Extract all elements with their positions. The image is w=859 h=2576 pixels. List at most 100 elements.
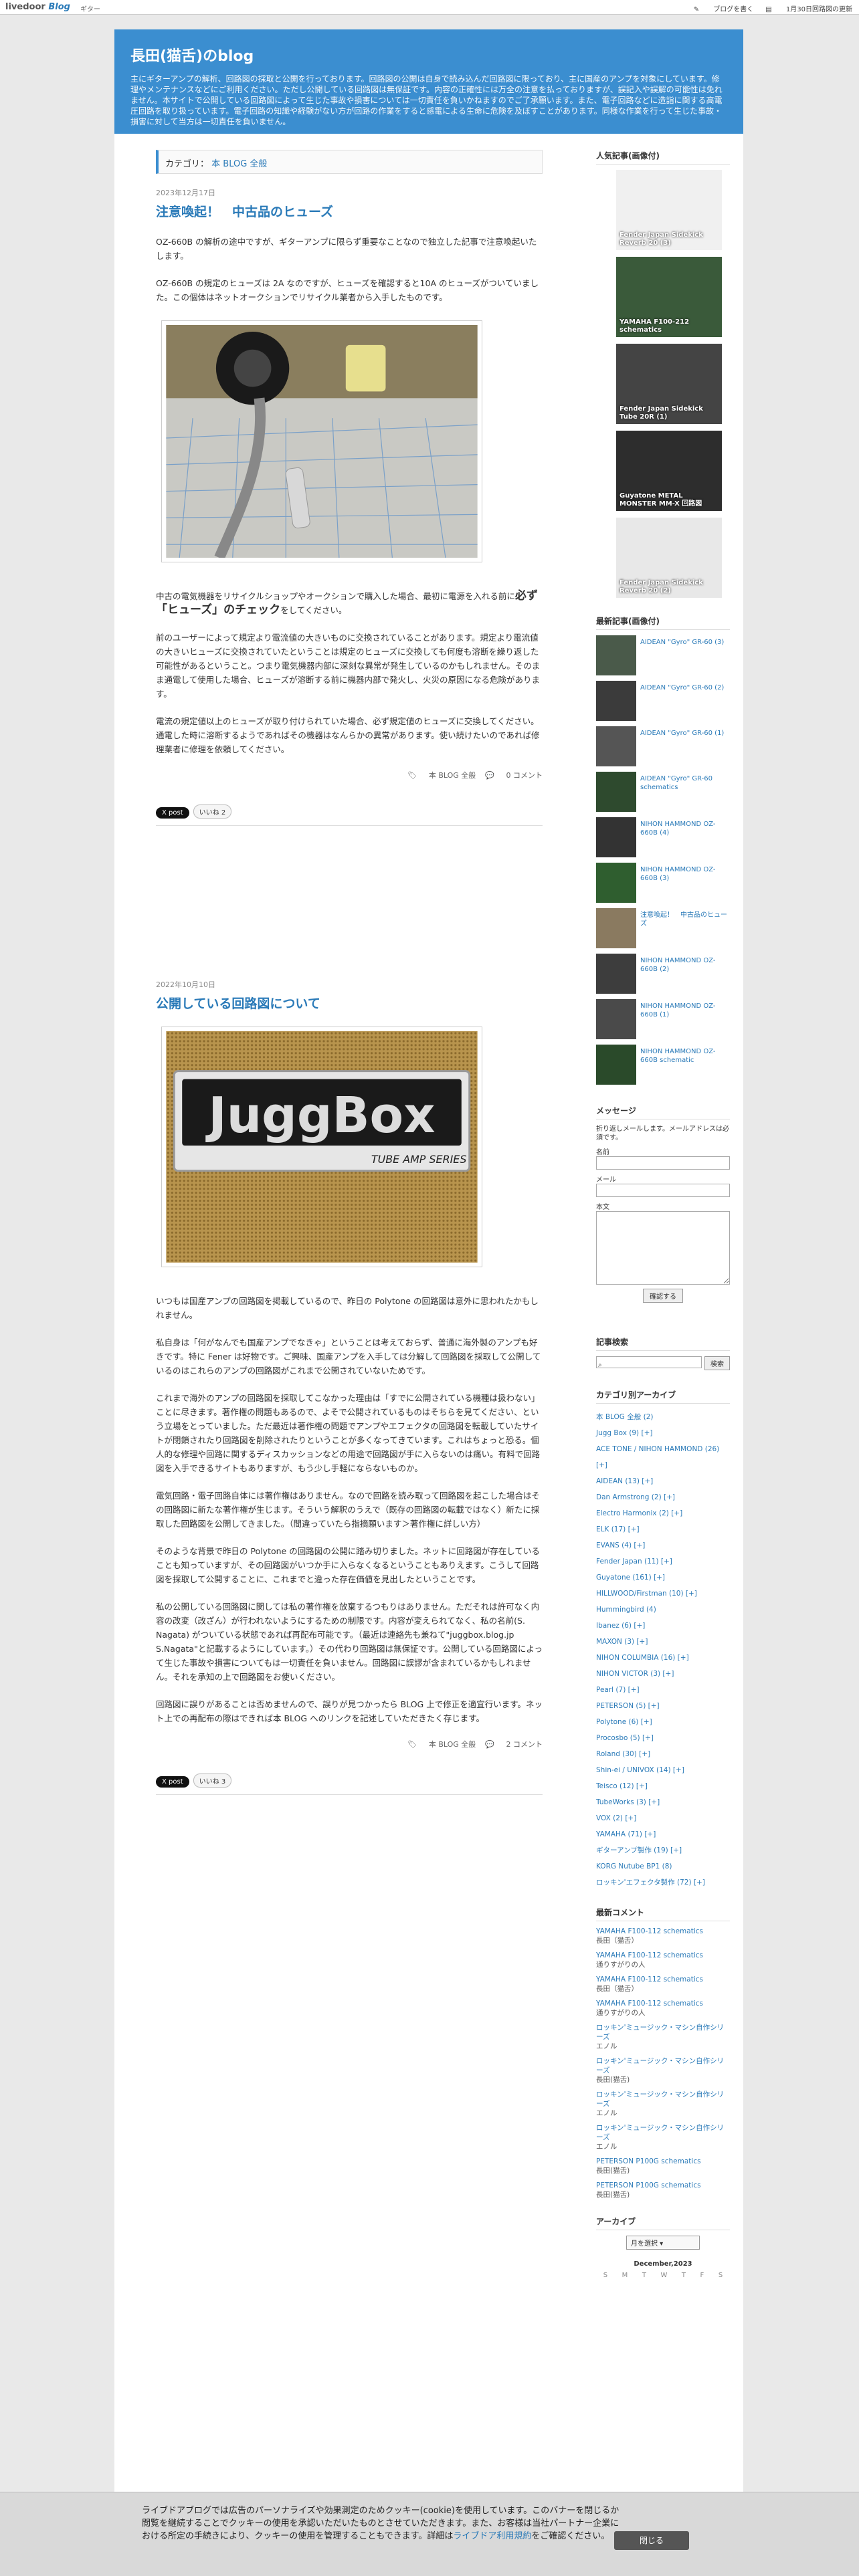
recent-item[interactable]: AIDEAN "Gyro" GR-60 (1) — [596, 726, 730, 766]
article-title[interactable]: 公開している回路図について — [156, 994, 543, 1012]
search-input[interactable]: ⌕ — [596, 1356, 702, 1369]
comment-item[interactable]: ロッキン'ミュージック・マシン自作シリーズ 長田(猫舌) — [596, 2056, 730, 2084]
category-link[interactable]: Fender Japan (11) [+] — [596, 1553, 730, 1570]
category-link[interactable]: Dan Armstrong (2) [+] — [596, 1489, 730, 1505]
comment-item[interactable]: ロッキン'ミュージック・マシン自作シリーズ エノル — [596, 2123, 730, 2151]
confirm-button[interactable]: 確認する — [643, 1289, 683, 1303]
category-link[interactable]: ロッキン'エフェクタ製作 (72) [+] — [596, 1874, 730, 1891]
body-textarea[interactable] — [596, 1211, 730, 1285]
juggbox-image: JuggBox TUBE AMP SERIES — [166, 1031, 478, 1263]
category-link[interactable]: 本 BLOG 全般 (2) — [596, 1409, 730, 1425]
article-date: 2023年12月17日 — [156, 189, 215, 197]
calendar: December,2023 SMTWTFS — [596, 2260, 730, 2279]
comment-item[interactable]: ロッキン'ミュージック・マシン自作シリーズ エノル — [596, 2090, 730, 2118]
category-link[interactable]: NIHON VICTOR (3) [+] — [596, 1666, 730, 1682]
category-link[interactable]: Electro Harmonix (2) [+] — [596, 1505, 730, 1521]
article-comment-link[interactable]: 💬 0 コメント — [485, 771, 543, 780]
category-link[interactable]: VOX (2) [+] — [596, 1810, 730, 1826]
category-link[interactable]: Teisco (12) [+] — [596, 1778, 730, 1794]
article-category-link[interactable]: 🏷 本 BLOG 全般 — [407, 771, 476, 780]
comment-item[interactable]: ロッキン'ミュージック・マシン自作シリーズ エノル — [596, 2023, 730, 2051]
fuse-photo[interactable] — [161, 320, 482, 562]
comment-item[interactable]: PETERSON P100G schematics 長田(猫舌) — [596, 2157, 730, 2175]
category-link[interactable]: ACE TONE / NIHON HAMMOND (26) [+] — [596, 1441, 730, 1473]
comment-item[interactable]: YAMAHA F100-112 schematics 通りすがりの人 — [596, 1999, 730, 2018]
close-button[interactable]: 閉じる — [614, 2531, 689, 2550]
category-link[interactable]: Jugg Box (9) [+] — [596, 1425, 730, 1441]
livedoor-logo[interactable]: livedoor Blog — [5, 2, 70, 12]
like-button[interactable]: いいね 2 — [193, 804, 232, 819]
article-comment-link[interactable]: 💬 2 コメント — [485, 1740, 543, 1749]
category-link[interactable]: ELK (17) [+] — [596, 1521, 730, 1537]
archive-select[interactable]: 月を選択 ▾ — [626, 2236, 700, 2250]
recent-item[interactable]: AIDEAN "Gyro" GR-60 schematics — [596, 772, 730, 812]
write-blog-link[interactable]: ✎ ブログを書く — [694, 6, 754, 13]
recent-item[interactable]: NIHON HAMMOND OZ-660B (1) — [596, 999, 730, 1039]
popular-item[interactable]: Fender Japan Sidekick Reverb 20 (2) — [616, 518, 722, 598]
category-link[interactable]: Procosbo (5) [+] — [596, 1730, 730, 1746]
mail-label: メール — [596, 1176, 616, 1184]
topbar-genre[interactable]: ギター — [80, 3, 100, 13]
category-link[interactable]: Hummingbird (4) — [596, 1602, 730, 1618]
category-list: 本 BLOG 全般 (2) Jugg Box (9) [+] ACE TONE / … — [596, 1409, 730, 1891]
comment-item[interactable]: YAMAHA F100-112 schematics 長田（猫舌） — [596, 1975, 730, 1994]
category-link[interactable]: TubeWorks (3) [+] — [596, 1794, 730, 1810]
category-link[interactable]: Guyatone (161) [+] — [596, 1570, 730, 1586]
recent-comments: YAMAHA F100-112 schematics 長田（猫舌） YAMAHA … — [596, 1927, 730, 2199]
message-title: メッセージ — [596, 1105, 730, 1119]
category-link[interactable]: MAXON (3) [+] — [596, 1634, 730, 1650]
category-link[interactable]: Ibanez (6) [+] — [596, 1618, 730, 1634]
recent-item[interactable]: 注意喚起！ 中古品のヒューズ — [596, 908, 730, 948]
category-link[interactable]: KORG Nutube BP1 (8) — [596, 1858, 730, 1874]
search-button[interactable]: 検索 — [704, 1356, 730, 1370]
article-title[interactable]: 注意喚起！ 中古品のヒューズ — [156, 202, 543, 220]
cookie-banner: ライブドアブログでは広告のパーソナライズや効果測定のためクッキー(cookie)… — [0, 2492, 859, 2576]
paragraph: 回路図に誤りがあることは否めませんので、誤りが見つかったら BLOG 上で修正を… — [156, 1699, 543, 1723]
cookie-text: ライブドアブログでは広告のパーソナライズや効果測定のためクッキー(cookie)… — [142, 2506, 619, 2541]
svg-text:JuggBox: JuggBox — [205, 1087, 435, 1144]
comment-item[interactable]: YAMAHA F100-112 schematics 長田（猫舌） — [596, 1927, 730, 1945]
category-link[interactable]: EVANS (4) [+] — [596, 1537, 730, 1553]
recent-item[interactable]: NIHON HAMMOND OZ-660B schematic — [596, 1045, 730, 1085]
category-link[interactable]: ギターアンプ製作 (19) [+] — [596, 1842, 730, 1858]
category-link[interactable]: PETERSON (5) [+] — [596, 1698, 730, 1714]
message-desc: 折り返しメールします。メールアドレスは必須です。 — [596, 1125, 729, 1142]
category-link[interactable]: NIHON COLUMBIA (16) [+] — [596, 1650, 730, 1666]
category-link[interactable]: Pearl (7) [+] — [596, 1682, 730, 1698]
sidebar: 人気記事(画像付) Fender Japan Sidekick Reverb 2… — [596, 150, 730, 2279]
comment-item[interactable]: YAMAHA F100-112 schematics 通りすがりの人 — [596, 1951, 730, 1969]
article-category-link[interactable]: 🏷 本 BLOG 全般 — [407, 1740, 476, 1749]
popular-item[interactable]: YAMAHA F100-212 schematics — [616, 257, 722, 337]
juggbox-photo[interactable]: JuggBox TUBE AMP SERIES — [161, 1027, 482, 1267]
comment-item[interactable]: PETERSON P100G schematics 長田(猫舌) — [596, 2181, 730, 2199]
category-link[interactable]: HILLWOOD/Firstman (10) [+] — [596, 1586, 730, 1602]
paragraph: OZ-660B の規定のヒューズは 2A なのですが、ヒューズを確認すると10A… — [156, 278, 539, 302]
recent-item[interactable]: NIHON HAMMOND OZ-660B (4) — [596, 817, 730, 857]
recent-item[interactable]: AIDEAN "Gyro" GR-60 (2) — [596, 681, 730, 721]
archive-title: アーカイブ — [596, 2216, 730, 2230]
terms-link[interactable]: ライブドア利用規約 — [453, 2531, 531, 2541]
mail-input[interactable] — [596, 1184, 730, 1197]
x-post-button[interactable]: X post — [156, 1776, 189, 1788]
fuse-image — [166, 325, 478, 558]
category-link[interactable]: AIDEAN (13) [+] — [596, 1473, 730, 1489]
category-link[interactable]: Roland (30) [+] — [596, 1746, 730, 1762]
popular-item[interactable]: Fender Japan Sidekick Reverb 20 (3) — [616, 170, 722, 250]
paragraph: これまで海外のアンプの回路図を採取してこなかった理由は「すでに公開されている機種… — [156, 1393, 541, 1473]
popular-item[interactable]: Fender Japan Sidekick Tube 20R (1) — [616, 344, 722, 424]
category-link[interactable]: Shin-ei / UNIVOX (14) [+] — [596, 1762, 730, 1778]
blog-title[interactable]: 長田(猫舌)のblog — [130, 44, 727, 66]
category-link[interactable]: YAMAHA (71) [+] — [596, 1826, 730, 1842]
name-input[interactable] — [596, 1156, 730, 1170]
recent-item[interactable]: NIHON HAMMOND OZ-660B (2) — [596, 954, 730, 994]
x-post-button[interactable]: X post — [156, 807, 189, 819]
popular-item[interactable]: Guyatone METAL MONSTER MM-X 回路図 — [616, 431, 722, 511]
category-link[interactable]: Polytone (6) [+] — [596, 1714, 730, 1730]
like-button[interactable]: いいね 3 — [193, 1774, 232, 1788]
paragraph: OZ-660B の解析の途中ですが、ギターアンプに限らず重要なことなので独立した… — [156, 237, 537, 261]
update-link[interactable]: ▤ 1月30日回路図の更新 — [765, 6, 852, 13]
recent-item[interactable]: NIHON HAMMOND OZ-660B (3) — [596, 863, 730, 903]
paragraph: 電流の規定値以上のヒューズが取り付けられていた場合、必ず規定値のヒューズに交換し… — [156, 716, 540, 754]
recent-item[interactable]: AIDEAN "Gyro" GR-60 (3) — [596, 635, 730, 675]
category-heading: カテゴリ： 本 BLOG 全般 — [156, 150, 543, 174]
